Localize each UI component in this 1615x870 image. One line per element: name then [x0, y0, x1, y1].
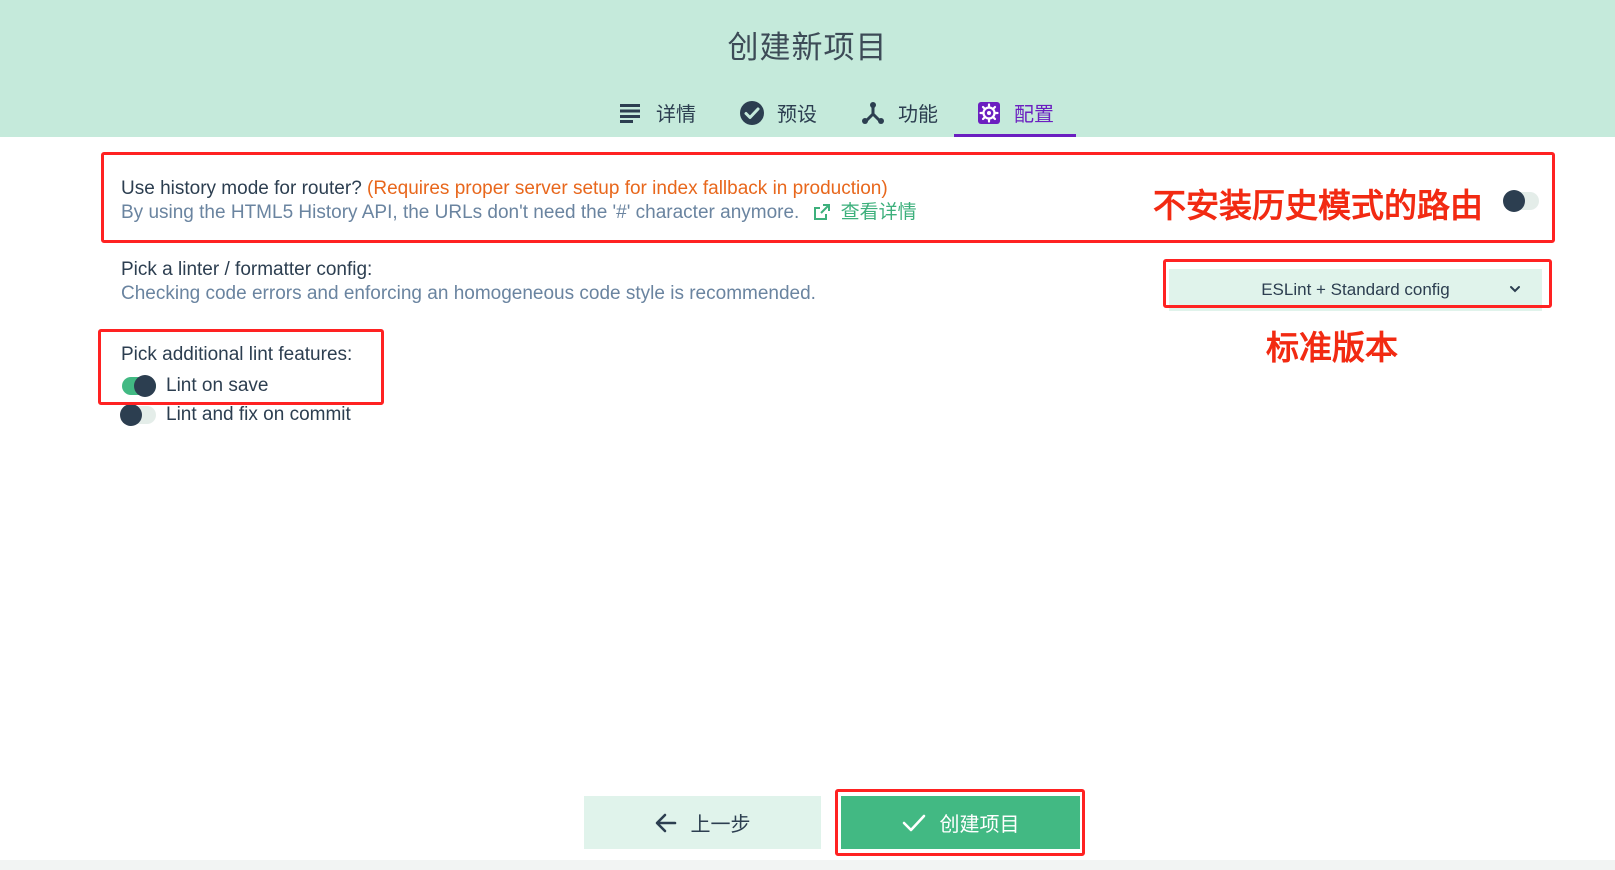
arrow-left-icon [655, 813, 677, 833]
create-project-button[interactable]: 创建项目 [841, 796, 1080, 849]
history-mode-description: By using the HTML5 History API, the URLs… [121, 202, 800, 223]
history-mode-toggle[interactable] [1503, 190, 1539, 212]
external-link-icon [813, 203, 831, 228]
tab-config[interactable]: 配置 [954, 88, 1076, 137]
list-icon [618, 100, 644, 126]
lint-on-commit-label: Lint and fix on commit [166, 404, 351, 425]
lint-on-commit-toggle[interactable] [120, 404, 156, 426]
create-project-label: 创建项目 [939, 814, 1020, 836]
lint-on-save-label: Lint on save [166, 375, 269, 396]
fork-icon [860, 100, 886, 126]
header: 创建新项目 详情 预设 功能 配置 [0, 0, 1615, 137]
history-annotation-text: 不安装历史模式的路由 [1153, 186, 1483, 225]
bottom-scrollbar [0, 860, 1615, 870]
lint-features-title: Pick additional lint features: [121, 344, 353, 365]
tab-presets-label: 预设 [777, 104, 817, 126]
chevron-down-icon [1508, 281, 1522, 295]
step-tabs: 详情 预设 功能 配置 [0, 88, 1615, 137]
linter-title: Pick a linter / formatter config: [121, 259, 373, 280]
check-circle-icon [739, 100, 765, 126]
config-content: Use history mode for router? (Requires p… [0, 137, 1615, 870]
more-info-label: 查看详情 [840, 202, 917, 223]
previous-step-label: 上一步 [690, 814, 751, 836]
tab-details-label: 详情 [656, 104, 696, 126]
tab-features-label: 功能 [898, 104, 938, 126]
history-mode-option: Use history mode for router? (Requires p… [121, 177, 917, 228]
gear-icon [976, 100, 1002, 126]
linter-option: Pick a linter / formatter config: Checki… [121, 258, 816, 306]
lint-on-save-toggle[interactable] [120, 375, 156, 397]
linter-annotation-text: 标准版本 [1266, 328, 1398, 367]
history-mode-title: Use history mode for router? [121, 178, 362, 199]
linter-config-select[interactable]: ESLint + Standard config [1169, 269, 1542, 311]
create-project-page: 创建新项目 详情 预设 功能 配置 Use history mode for r… [0, 0, 1615, 870]
history-mode-warning: (Requires proper server setup for index … [367, 178, 888, 199]
linter-description: Checking code errors and enforcing an ho… [121, 283, 816, 304]
page-title: 创建新项目 [727, 30, 888, 65]
tab-config-label: 配置 [1014, 104, 1054, 126]
tab-features[interactable]: 功能 [849, 88, 949, 137]
tab-details[interactable]: 详情 [607, 88, 707, 137]
previous-step-button[interactable]: 上一步 [584, 796, 821, 849]
tab-presets[interactable]: 预设 [728, 88, 828, 137]
check-icon [902, 813, 926, 833]
more-info-link[interactable]: 查看详情 [813, 202, 917, 223]
linter-selected-value: ESLint + Standard config [1261, 280, 1450, 299]
